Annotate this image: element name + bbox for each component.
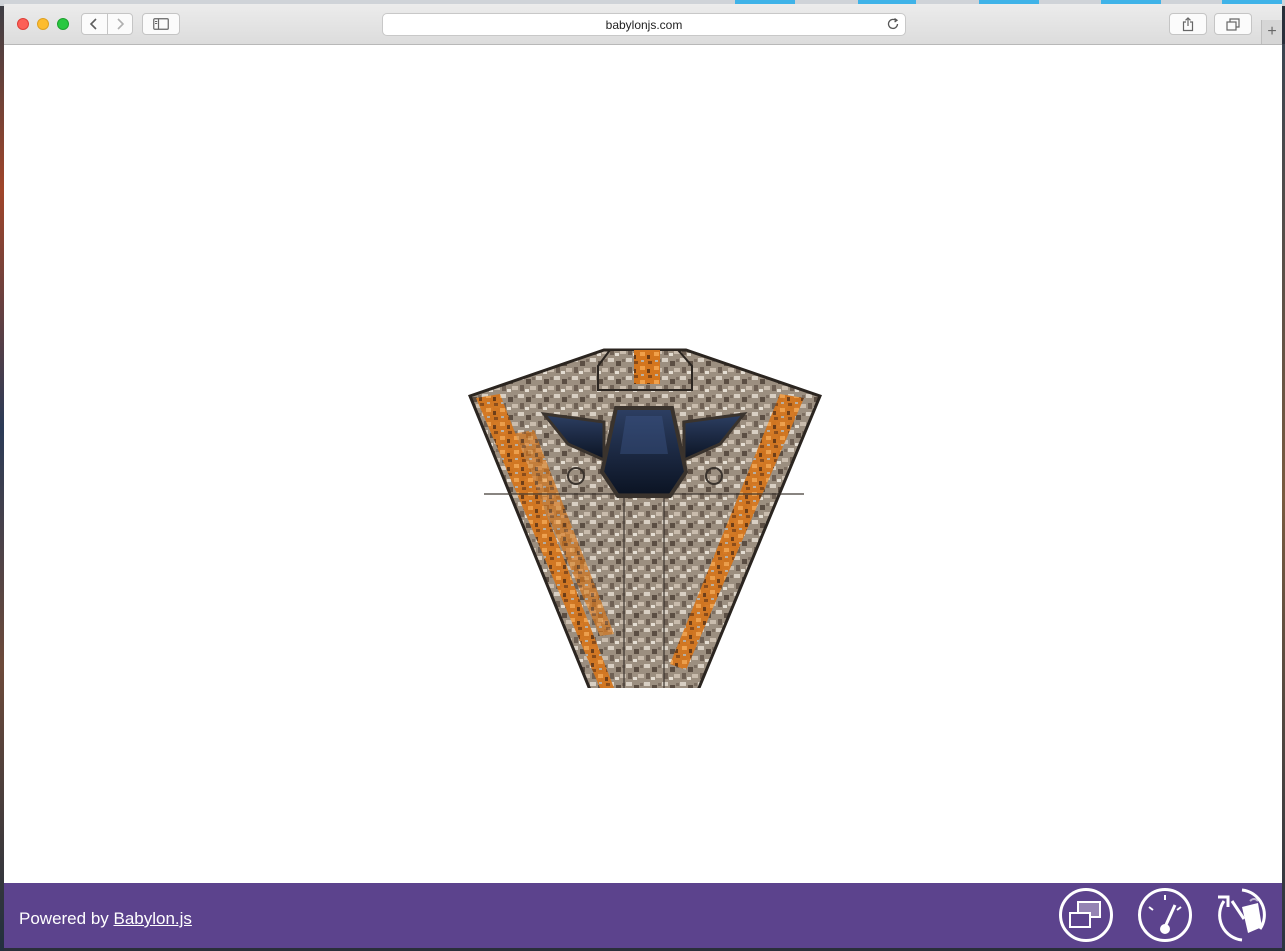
- babylon-link[interactable]: Babylon.js: [114, 909, 192, 928]
- share-button[interactable]: [1169, 13, 1207, 35]
- fullscreen-icon[interactable]: [1058, 887, 1114, 943]
- address-text: babylonjs.com: [605, 17, 683, 32]
- share-icon: [1182, 16, 1194, 31]
- browser-window: babylonjs.com + Powered by Babylon.js: [4, 4, 1282, 948]
- address-bar[interactable]: babylonjs.com: [382, 13, 906, 36]
- reload-icon[interactable]: [886, 17, 900, 31]
- vr-icon[interactable]: [1214, 887, 1270, 943]
- babylon-footer: Powered by Babylon.js: [4, 883, 1282, 948]
- chevron-left-icon: [90, 18, 97, 30]
- babylon-render-canvas[interactable]: [4, 45, 1282, 883]
- tabs-overview-button[interactable]: [1214, 13, 1252, 35]
- zoom-window-button[interactable]: [57, 18, 69, 30]
- back-button[interactable]: [82, 14, 107, 34]
- spaceship-model: [468, 348, 822, 688]
- navigation-buttons: [81, 13, 133, 35]
- sidebar-icon: [153, 18, 169, 30]
- speedometer-icon[interactable]: [1137, 887, 1193, 943]
- plus-icon: +: [1267, 23, 1277, 40]
- close-window-button[interactable]: [17, 18, 29, 30]
- sidebar-button[interactable]: [142, 13, 180, 35]
- chevron-right-icon: [117, 18, 124, 30]
- forward-button[interactable]: [106, 14, 133, 34]
- minimize-window-button[interactable]: [37, 18, 49, 30]
- new-tab-button[interactable]: +: [1261, 20, 1282, 44]
- browser-toolbar: babylonjs.com +: [4, 4, 1282, 45]
- tabs-overview-icon: [1226, 17, 1240, 31]
- powered-by-text: Powered by Babylon.js: [19, 909, 192, 928]
